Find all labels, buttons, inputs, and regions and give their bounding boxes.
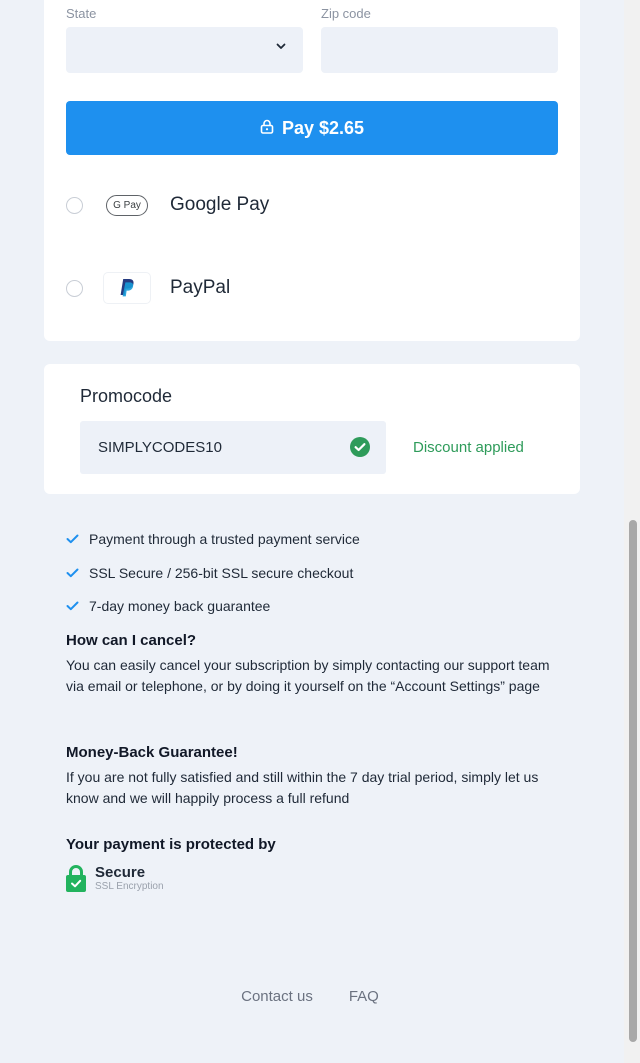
state-select[interactable] bbox=[66, 27, 303, 73]
padlock-icon bbox=[66, 864, 86, 897]
checkmark-icon bbox=[66, 601, 79, 611]
promocode-card: Promocode Discount applied bbox=[44, 364, 580, 494]
google-pay-label: Google Pay bbox=[170, 194, 270, 215]
google-pay-logo: G Pay bbox=[104, 190, 150, 220]
chevron-down-icon bbox=[275, 39, 287, 57]
promocode-field[interactable] bbox=[80, 421, 386, 474]
secure-subtitle: SSL Encryption bbox=[95, 881, 164, 892]
secure-title: Secure bbox=[95, 864, 146, 881]
promocode-input[interactable] bbox=[98, 439, 328, 456]
payment-option-google-pay[interactable]: G Pay Google Pay bbox=[66, 185, 558, 225]
paypal-label: PayPal bbox=[170, 277, 231, 298]
pay-button-label: Pay $2.65 bbox=[281, 117, 365, 138]
faq-link[interactable]: FAQ bbox=[349, 988, 379, 1005]
feature-text: 7-day money back guarantee bbox=[89, 598, 271, 614]
ssl-secure-badge: Secure SSL Encryption bbox=[66, 864, 164, 897]
contact-us-link[interactable]: Contact us bbox=[241, 988, 313, 1005]
payment-card: State Zip code Pay $2.65 G Pay Google Pa… bbox=[44, 0, 580, 341]
feature-item: 7-day money back guarantee bbox=[66, 598, 270, 614]
paypal-logo bbox=[104, 273, 150, 303]
scrollbar-thumb[interactable] bbox=[629, 520, 637, 1042]
feature-item: Payment through a trusted payment servic… bbox=[66, 531, 360, 547]
promocode-title: Promocode bbox=[80, 386, 173, 406]
feature-item: SSL Secure / 256-bit SSL secure checkout bbox=[66, 565, 353, 581]
google-pay-radio[interactable] bbox=[66, 196, 83, 214]
payment-option-paypal[interactable]: PayPal bbox=[66, 268, 558, 308]
feature-text: SSL Secure / 256-bit SSL secure checkout bbox=[89, 565, 354, 581]
discount-status: Discount applied bbox=[413, 439, 524, 456]
faq-answer: If you are not fully satisfied and still… bbox=[66, 769, 539, 806]
checkmark-icon bbox=[66, 534, 79, 544]
pay-button[interactable]: Pay $2.65 bbox=[66, 101, 558, 155]
zip-code-input[interactable] bbox=[321, 27, 558, 73]
checkmark-icon bbox=[66, 568, 79, 578]
check-circle-icon bbox=[350, 437, 370, 462]
protection-heading: Your payment is protected by bbox=[66, 836, 276, 853]
state-label: State bbox=[66, 6, 97, 21]
faq-answer: You can easily cancel your subscription … bbox=[66, 657, 550, 694]
feature-text: Payment through a trusted payment servic… bbox=[89, 531, 360, 547]
paypal-radio[interactable] bbox=[66, 279, 83, 297]
footer: Contact us FAQ bbox=[0, 988, 620, 1005]
faq-question: How can I cancel? bbox=[66, 632, 197, 649]
scrollbar-track[interactable] bbox=[624, 0, 640, 1063]
zip-label: Zip code bbox=[321, 6, 371, 21]
lock-icon bbox=[260, 118, 274, 139]
faq-question: Money-Back Guarantee! bbox=[66, 744, 238, 761]
